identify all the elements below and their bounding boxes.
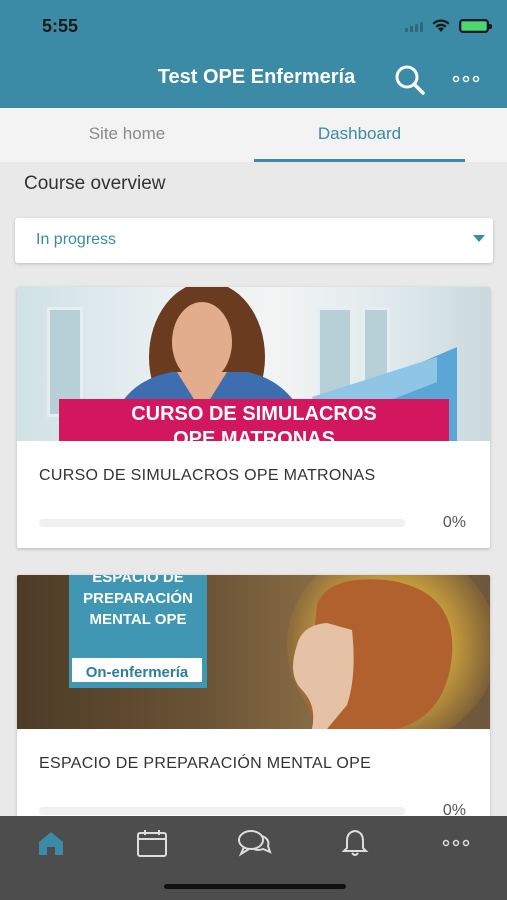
wifi-icon bbox=[432, 19, 450, 32]
woman-profile-illustration bbox=[293, 579, 453, 729]
course-progress-value: 0% bbox=[442, 514, 466, 531]
messages-icon bbox=[237, 830, 272, 857]
nav-notifications[interactable] bbox=[304, 816, 405, 870]
course-filter-select[interactable]: In progress bbox=[15, 218, 493, 263]
app-title: Test OPE Enfermería bbox=[157, 66, 356, 88]
more-icon bbox=[443, 839, 470, 847]
section-title: Course overview bbox=[24, 173, 166, 194]
course-card[interactable]: CURSO DE SIMULACROS OPE MATRONAS CURSO D… bbox=[17, 287, 490, 548]
search-icon bbox=[395, 65, 425, 95]
nav-messages[interactable] bbox=[203, 816, 304, 870]
status-icons bbox=[405, 16, 492, 36]
bell-icon bbox=[341, 829, 369, 856]
tab-dashboard[interactable]: Dashboard bbox=[254, 108, 465, 162]
filter-selected-value: In progress bbox=[36, 231, 117, 248]
course-progress-bar bbox=[39, 807, 405, 815]
home-indicator bbox=[164, 884, 346, 889]
nav-calendar[interactable] bbox=[101, 816, 202, 870]
chevron-down-icon bbox=[473, 235, 485, 242]
nav-home[interactable] bbox=[0, 816, 101, 870]
battery-icon bbox=[459, 19, 492, 33]
nav-more[interactable] bbox=[406, 816, 507, 870]
course-image: ESPACIO DE PREPARACIÓN MENTAL OPE On-enf… bbox=[17, 575, 490, 729]
course-card[interactable]: ESPACIO DE PREPARACIÓN MENTAL OPE On-enf… bbox=[17, 575, 490, 835]
search-button[interactable] bbox=[392, 62, 428, 98]
tab-bar: Site home Dashboard bbox=[0, 108, 507, 162]
home-icon bbox=[38, 832, 63, 855]
brand-logo: On-enfermería bbox=[69, 655, 205, 685]
course-image-banner: CURSO DE SIMULACROS OPE MATRONAS bbox=[59, 399, 449, 441]
course-title[interactable]: ESPACIO DE PREPARACIÓN MENTAL OPE bbox=[39, 755, 371, 773]
more-options-button[interactable] bbox=[448, 64, 484, 94]
course-progress-bar bbox=[39, 519, 405, 527]
calendar-icon bbox=[137, 830, 168, 857]
course-image: CURSO DE SIMULACROS OPE MATRONAS bbox=[17, 287, 490, 441]
course-title[interactable]: CURSO DE SIMULACROS OPE MATRONAS bbox=[39, 467, 375, 485]
signal-icon bbox=[405, 20, 423, 32]
more-icon bbox=[452, 75, 480, 83]
tab-site-home[interactable]: Site home bbox=[42, 108, 212, 162]
app-header: 5:55 Test OPE Enfermería bbox=[0, 0, 507, 108]
status-time: 5:55 bbox=[42, 16, 79, 36]
